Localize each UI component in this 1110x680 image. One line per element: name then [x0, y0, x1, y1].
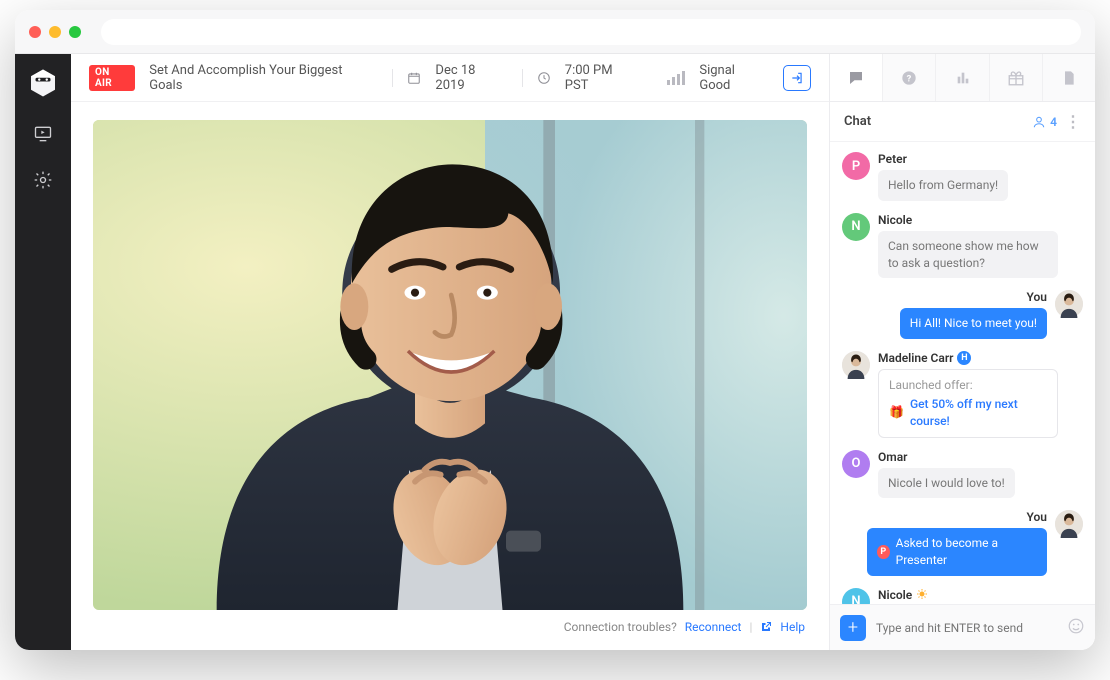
brand-logo — [28, 68, 58, 98]
side-tabs: ? — [830, 54, 1095, 102]
host-badge-icon: H — [957, 351, 971, 365]
main-area: ON AIR Set And Accomplish Your Biggest G… — [71, 54, 830, 650]
connection-subbar: Connection troubles? Reconnect | Help — [93, 610, 807, 644]
chat-input-bar: + — [830, 604, 1095, 650]
event-title: Set And Accomplish Your Biggest Goals — [149, 63, 378, 93]
help-link[interactable]: Help — [780, 620, 805, 634]
people-icon — [1032, 115, 1046, 129]
poll-icon — [955, 70, 971, 86]
minimize-dot[interactable] — [49, 26, 61, 38]
question-icon: ? — [901, 70, 917, 86]
chat-icon — [847, 69, 865, 87]
window-controls — [29, 26, 81, 38]
present-icon[interactable] — [33, 124, 53, 144]
address-bar[interactable] — [101, 19, 1081, 45]
avatar — [1055, 290, 1083, 318]
message-author: You — [1027, 290, 1047, 304]
document-icon — [1061, 70, 1077, 86]
tab-chat[interactable] — [830, 54, 883, 101]
chat-text-input[interactable] — [876, 621, 1057, 635]
message-author: Madeline CarrH — [878, 351, 1058, 365]
chat-message: You P Asked to become a Presenter — [842, 510, 1083, 576]
stage: Connection troubles? Reconnect | Help — [71, 102, 829, 650]
event-time: 7:00 PM PST — [565, 63, 640, 93]
divider — [392, 69, 393, 87]
message-bubble: Can someone show me how to ask a questio… — [878, 231, 1058, 279]
chat-messages: P Peter Hello from Germany! N Nicole Can some… — [830, 142, 1095, 604]
tab-handouts[interactable] — [1043, 54, 1095, 101]
app-body: ON AIR Set And Accomplish Your Biggest G… — [15, 54, 1095, 650]
left-rail — [15, 54, 71, 650]
gift-icon: 🎁 — [889, 404, 904, 421]
clock-icon — [537, 71, 551, 85]
avatar: P — [842, 152, 870, 180]
side-panel: ? Chat 4 ⋮ P Peter Hello from Germany! N Nic… — [830, 54, 1095, 650]
gift-icon — [1007, 69, 1025, 87]
message-author: Omar — [878, 450, 1015, 464]
divider — [522, 69, 523, 87]
connection-prompt: Connection troubles? — [564, 620, 677, 634]
attach-button[interactable]: + — [840, 615, 866, 641]
signal-bars-icon — [667, 71, 685, 85]
message-author: Peter — [878, 152, 1008, 166]
avatar — [1055, 510, 1083, 538]
chat-message: O Omar Nicole I would love to! — [842, 450, 1083, 499]
event-date: Dec 18 2019 — [435, 63, 507, 93]
svg-text:?: ? — [907, 73, 912, 84]
tab-polls[interactable] — [936, 54, 989, 101]
message-author: You — [1027, 510, 1047, 524]
chat-header: Chat 4 ⋮ — [830, 102, 1095, 142]
emoji-icon[interactable] — [1067, 617, 1085, 639]
avatar: O — [842, 450, 870, 478]
external-link-icon — [760, 621, 772, 633]
close-dot[interactable] — [29, 26, 41, 38]
chat-title: Chat — [844, 114, 871, 129]
app-window: ON AIR Set And Accomplish Your Biggest G… — [15, 10, 1095, 650]
divider: | — [749, 620, 752, 634]
settings-icon[interactable] — [33, 170, 53, 190]
chat-message: Madeline CarrH Launched offer:🎁Get 50% of… — [842, 351, 1083, 437]
presenter-badge-icon: P — [877, 545, 890, 559]
chat-message: NNicoleAdam feel welcome to share your — [842, 588, 1083, 604]
maximize-dot[interactable] — [69, 26, 81, 38]
people-count[interactable]: 4 — [1032, 115, 1057, 129]
tab-offers[interactable] — [990, 54, 1043, 101]
video-feed[interactable] — [93, 120, 807, 610]
message-author: Nicole — [878, 588, 1058, 603]
message-bubble: Hello from Germany! — [878, 170, 1008, 201]
avatar — [842, 351, 870, 379]
message-bubble: P Asked to become a Presenter — [867, 528, 1047, 576]
message-bubble: Nicole I would love to! — [878, 468, 1015, 499]
signal-status: Signal Good — [699, 63, 769, 93]
new-badge-icon — [916, 588, 928, 603]
message-bubble: Hi All! Nice to meet you! — [900, 308, 1047, 339]
titlebar — [15, 10, 1095, 54]
avatar: N — [842, 588, 870, 604]
chat-message: You Hi All! Nice to meet you! — [842, 290, 1083, 339]
avatar: N — [842, 213, 870, 241]
tab-questions[interactable]: ? — [883, 54, 936, 101]
reconnect-link[interactable]: Reconnect — [685, 620, 742, 634]
calendar-icon — [407, 71, 421, 85]
exit-button[interactable] — [783, 65, 811, 91]
message-bubble: Launched offer:🎁Get 50% off my next cour… — [878, 369, 1058, 437]
chat-message: P Peter Hello from Germany! — [842, 152, 1083, 201]
message-author: Nicole — [878, 213, 1058, 227]
on-air-badge: ON AIR — [89, 65, 135, 91]
chat-message: N Nicole Can someone show me how to ask a … — [842, 213, 1083, 279]
event-topbar: ON AIR Set And Accomplish Your Biggest G… — [71, 54, 829, 102]
